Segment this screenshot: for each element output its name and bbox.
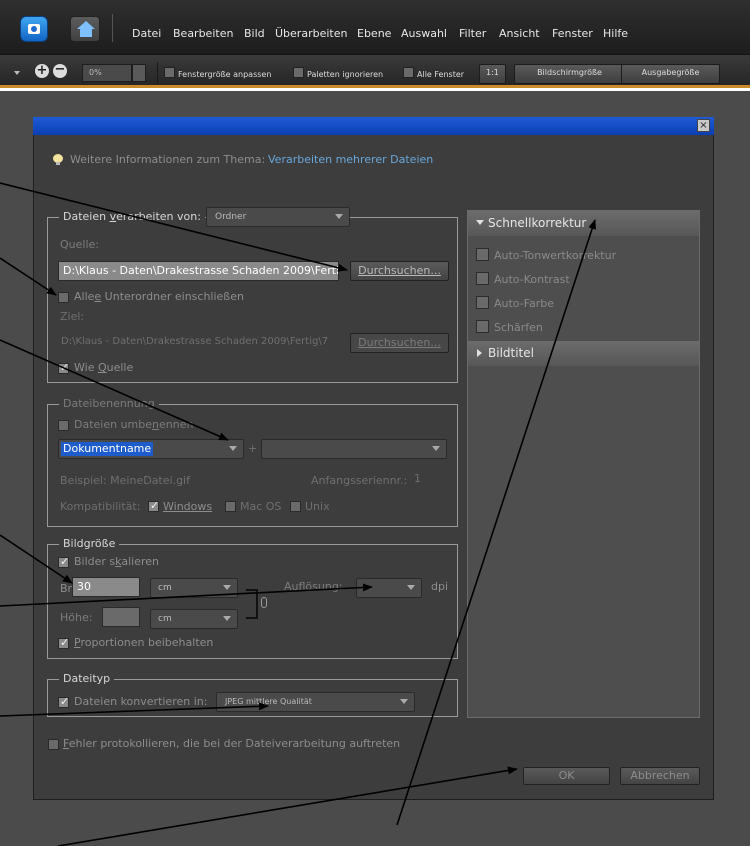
arrow-to-resolution (0, 583, 373, 607)
arrow-to-width (0, 534, 73, 584)
arrow-to-browse (0, 182, 348, 272)
arrow-to-quickfix (396, 219, 597, 826)
annotation-arrows (0, 182, 597, 846)
arrow-to-subfolders (0, 257, 57, 296)
arrow-to-format (0, 702, 269, 717)
arrow-to-name-pattern (0, 339, 229, 441)
arrow-to-ok (57, 766, 518, 846)
